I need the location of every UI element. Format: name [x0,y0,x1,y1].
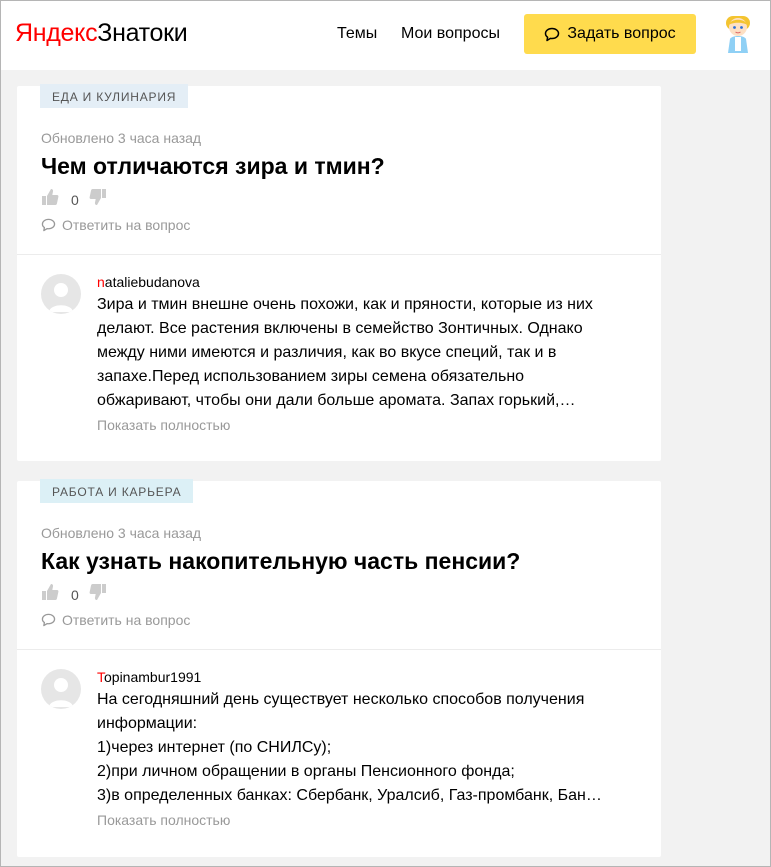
answer-line: делают. Все растения включены в семейств… [97,320,583,337]
topic-tag[interactable]: ЕДА И КУЛИНАРИЯ [40,84,189,108]
answer-line: 3)в определенных банках: Сбербанк, Уралс… [97,787,602,804]
yandex-znatoki-logo[interactable]: ЯндексЗнатоки [15,19,188,48]
comment-icon [41,613,56,627]
divider [17,254,661,255]
author-initial: n [97,274,105,290]
speech-bubble-icon [545,27,560,41]
thumbs-up-icon[interactable] [41,583,59,606]
nav-my-questions-link[interactable]: Мои вопросы [401,25,500,43]
answer-line: между ними имеются и различия, как во вк… [97,344,557,361]
ask-question-label: Задать вопрос [567,25,676,42]
comment-icon [41,218,56,232]
reply-label: Ответить на вопрос [62,612,191,628]
question-card: ЕДА И КУЛИНАРИЯ Обновлено 3 часа назад Ч… [17,84,661,461]
divider [17,649,661,650]
answer-line: 2)при личном обращении в органы Пенсионн… [97,763,515,780]
vote-controls: 0 [41,583,107,606]
topic-tag[interactable]: РАБОТА И КАРЬЕРА [40,479,194,503]
answer-author-avatar[interactable] [41,669,81,709]
answer-line: На сегодняшний день существует несколько… [97,691,585,708]
answer-line: обжаривают, чтобы они дали больше аромат… [97,392,576,409]
reply-label: Ответить на вопрос [62,217,191,233]
author-name: opinambur1991 [104,669,202,685]
user-avatar[interactable] [723,13,753,55]
thumbs-down-icon[interactable] [89,583,107,606]
thumbs-down-icon[interactable] [89,188,107,211]
answer-line: 1)через интернет (по СНИЛСу); [97,739,332,756]
question-card: РАБОТА И КАРЬЕРА Обновлено 3 часа назад … [17,479,661,857]
answer-line: информации: [97,715,198,732]
show-more-link[interactable]: Показать полностью [97,812,230,828]
answer-text: Зира и тмин внешне очень похожи, как и п… [97,293,617,413]
answer-line: запахе.Перед использованием зиры семена … [97,368,525,385]
question-title[interactable]: Чем отличаются зира и тмин? [41,153,385,180]
ask-question-button[interactable]: Задать вопрос [524,14,696,54]
answer-text: На сегодняшний день существует несколько… [97,688,617,808]
nav-topics-link[interactable]: Темы [337,25,377,43]
answer-line: Зира и тмин внешне очень похожи, как и п… [97,296,593,313]
updated-time: Обновлено 3 часа назад [41,525,202,541]
question-title[interactable]: Как узнать накопительную часть пенсии? [41,548,520,575]
answer-author[interactable]: Topinambur1991 [97,669,201,685]
author-initial: T [97,669,104,685]
logo-service: Знатоки [97,19,188,47]
vote-count: 0 [71,586,79,603]
reply-link[interactable]: Ответить на вопрос [41,217,190,233]
vote-count: 0 [71,191,79,208]
header: ЯндексЗнатоки Темы Мои вопросы Задать во… [1,1,770,70]
answer-author-avatar[interactable] [41,274,81,314]
thumbs-up-icon[interactable] [41,188,59,211]
reply-link[interactable]: Ответить на вопрос [41,612,190,628]
vote-controls: 0 [41,188,107,211]
updated-time: Обновлено 3 часа назад [41,130,202,146]
logo-yandex: Яндекс [15,19,98,47]
answer-author[interactable]: nataliebudanova [97,274,200,290]
author-name: ataliebudanova [104,274,200,290]
show-more-link[interactable]: Показать полностью [97,417,230,433]
